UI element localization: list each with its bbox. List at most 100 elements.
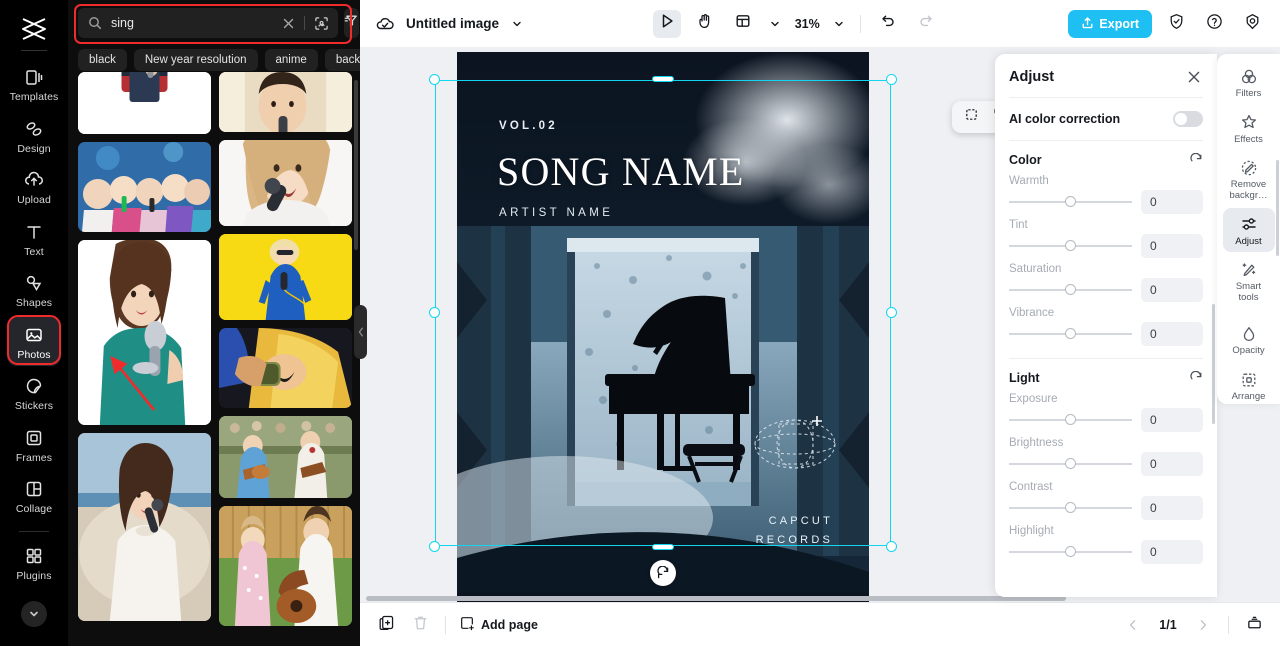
reset-color-icon[interactable] bbox=[1188, 152, 1203, 167]
zoom-chevron-icon[interactable] bbox=[831, 16, 847, 32]
right-item-adjust[interactable]: Adjust bbox=[1222, 207, 1275, 253]
panel-scrollbar[interactable] bbox=[354, 80, 358, 250]
photo-thumb[interactable] bbox=[219, 140, 352, 226]
sidebar-item-upload[interactable]: Upload bbox=[7, 162, 61, 212]
exposure-slider[interactable] bbox=[1009, 413, 1132, 427]
collapse-panel-button[interactable] bbox=[354, 305, 367, 359]
search-input[interactable] bbox=[111, 16, 272, 30]
artboard[interactable]: VOL.02 SONG NAME ARTIST NAME CAPCUT RECO… bbox=[457, 52, 869, 602]
delete-page-button[interactable] bbox=[408, 613, 432, 637]
right-item-arrange[interactable]: Arrange bbox=[1223, 363, 1275, 408]
right-item-remove-background[interactable]: Remove backgr… bbox=[1223, 151, 1275, 206]
highlight-value[interactable]: 0 bbox=[1141, 540, 1203, 564]
photo-thumb[interactable] bbox=[219, 506, 352, 626]
privacy-button[interactable] bbox=[1162, 10, 1190, 38]
exposure-value[interactable]: 0 bbox=[1141, 408, 1203, 432]
tint-slider[interactable] bbox=[1009, 239, 1132, 253]
right-item-smart-tools[interactable]: Smart tools bbox=[1223, 253, 1275, 308]
highlight-slider[interactable] bbox=[1009, 545, 1132, 559]
photo-thumb[interactable] bbox=[219, 234, 352, 320]
duplicate-page-button[interactable] bbox=[374, 613, 398, 637]
right-item-opacity[interactable]: Opacity bbox=[1223, 317, 1275, 362]
zoom-level[interactable]: 31% bbox=[793, 17, 821, 31]
filter-button[interactable] bbox=[344, 8, 359, 38]
contrast-value[interactable]: 0 bbox=[1141, 496, 1203, 520]
select-tool-button[interactable] bbox=[653, 9, 682, 38]
slider-knob[interactable] bbox=[1065, 328, 1076, 339]
brightness-slider[interactable] bbox=[1009, 457, 1132, 471]
photo-thumb[interactable] bbox=[78, 72, 211, 134]
saturation-value[interactable]: 0 bbox=[1141, 278, 1203, 302]
export-button[interactable]: Export bbox=[1068, 9, 1153, 38]
resize-handle-top-left[interactable] bbox=[429, 74, 440, 85]
photo-thumb[interactable] bbox=[78, 142, 211, 232]
layout-tool-button[interactable] bbox=[729, 10, 757, 38]
slider-knob[interactable] bbox=[1065, 458, 1076, 469]
add-page-button[interactable]: Add page bbox=[459, 615, 538, 634]
right-item-effects[interactable]: Effects bbox=[1223, 106, 1275, 151]
vibrance-value[interactable]: 0 bbox=[1141, 322, 1203, 346]
resize-handle-top-right[interactable] bbox=[886, 74, 897, 85]
adjust-scrollbar[interactable] bbox=[1212, 304, 1215, 424]
next-page-button[interactable] bbox=[1191, 613, 1215, 637]
slider-knob[interactable] bbox=[1065, 414, 1076, 425]
reset-light-icon[interactable] bbox=[1188, 370, 1203, 385]
contrast-slider[interactable] bbox=[1009, 501, 1132, 515]
sidebar-item-templates[interactable]: Templates bbox=[7, 59, 61, 109]
vibrance-slider[interactable] bbox=[1009, 327, 1132, 341]
slider-knob[interactable] bbox=[1065, 284, 1076, 295]
photo-thumb[interactable] bbox=[219, 328, 352, 408]
chevron-down-icon[interactable] bbox=[21, 601, 47, 628]
prev-page-button[interactable] bbox=[1121, 613, 1145, 637]
slider-knob[interactable] bbox=[1065, 196, 1076, 207]
tint-value[interactable]: 0 bbox=[1141, 234, 1203, 258]
slider-knob[interactable] bbox=[1065, 240, 1076, 251]
resize-handle-middle-right[interactable] bbox=[886, 307, 897, 318]
slider-knob[interactable] bbox=[1065, 502, 1076, 513]
sidebar-item-collage[interactable]: Collage bbox=[7, 471, 61, 521]
pages-panel-button[interactable] bbox=[1242, 613, 1266, 637]
ai-color-correction-toggle[interactable] bbox=[1173, 111, 1203, 127]
saturation-label: Saturation bbox=[1009, 263, 1062, 275]
brightness-value[interactable]: 0 bbox=[1141, 452, 1203, 476]
document-title[interactable]: Untitled image bbox=[406, 16, 499, 31]
settings-button[interactable] bbox=[1238, 10, 1266, 38]
tag-chip[interactable]: anime bbox=[264, 49, 318, 71]
warmth-slider[interactable] bbox=[1009, 195, 1132, 209]
help-button[interactable] bbox=[1200, 10, 1228, 38]
saturation-slider[interactable] bbox=[1009, 283, 1132, 297]
sidebar-item-shapes[interactable]: Shapes bbox=[7, 265, 61, 315]
image-search-icon[interactable] bbox=[312, 14, 330, 32]
hand-tool-button[interactable] bbox=[691, 10, 719, 38]
clear-icon[interactable] bbox=[279, 14, 297, 32]
tag-chip[interactable]: back bbox=[324, 49, 360, 71]
capcut-logo[interactable] bbox=[16, 14, 52, 44]
resize-handle-middle-left[interactable] bbox=[429, 307, 440, 318]
sidebar-item-frames[interactable]: Frames bbox=[7, 420, 61, 470]
sidebar-item-photos[interactable]: Photos bbox=[7, 316, 61, 367]
warmth-value[interactable]: 0 bbox=[1141, 190, 1203, 214]
close-icon[interactable] bbox=[1185, 68, 1203, 86]
crop-button[interactable] bbox=[959, 105, 983, 129]
tag-chip[interactable]: New year resolution bbox=[133, 49, 258, 71]
layout-chevron-icon[interactable] bbox=[767, 16, 783, 32]
search-box[interactable] bbox=[78, 8, 338, 38]
sidebar-item-plugins[interactable]: Plugins bbox=[7, 538, 61, 588]
sidebar-item-text[interactable]: Text bbox=[7, 214, 61, 264]
photo-thumb[interactable] bbox=[219, 416, 352, 498]
canvas-horizontal-scrollbar[interactable] bbox=[366, 596, 1066, 601]
resize-handle-bottom-right[interactable] bbox=[886, 541, 897, 552]
right-item-filters[interactable]: Filters bbox=[1223, 60, 1275, 105]
sidebar-item-stickers[interactable]: Stickers bbox=[7, 368, 61, 418]
chevron-down-icon[interactable] bbox=[509, 16, 525, 32]
photo-thumb[interactable] bbox=[78, 240, 211, 425]
resize-handle-bottom-left[interactable] bbox=[429, 541, 440, 552]
photo-thumb[interactable] bbox=[78, 433, 211, 621]
sidebar-item-design[interactable]: Design bbox=[7, 111, 61, 161]
slider-knob[interactable] bbox=[1065, 546, 1076, 557]
photo-thumb[interactable] bbox=[219, 72, 352, 132]
right-rail-scrollbar[interactable] bbox=[1276, 160, 1279, 256]
tag-chip[interactable]: black bbox=[78, 49, 127, 71]
redo-button[interactable] bbox=[912, 10, 940, 38]
undo-button[interactable] bbox=[874, 10, 902, 38]
